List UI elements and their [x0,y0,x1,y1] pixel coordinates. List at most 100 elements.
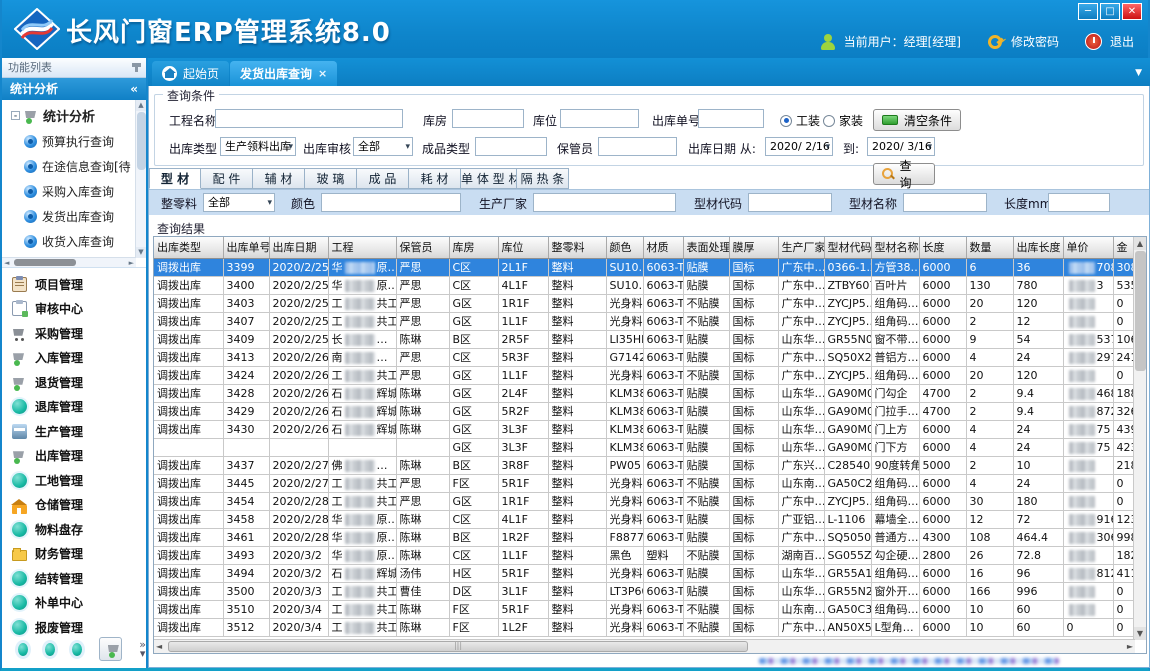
table-row[interactable]: 调拨出库34072020/2/25工共工程严思G区1L1F整料光身料6063-T… [154,312,1135,330]
tree-item[interactable]: 采购入库查询 [2,179,146,204]
scroll-up-icon[interactable]: ▲ [1134,237,1146,250]
table-row[interactable]: 调拨出库34302020/2/26石辉城陈琳G区3L3F整料KLM3817606… [154,420,1135,438]
table-row[interactable]: 调拨出库35122020/3/4工共工程陈琳F区1L2F整料光身料6063-T5… [154,618,1135,636]
sidebar-item-财务管理[interactable]: 财务管理 [2,542,146,567]
tab-overflow-icon[interactable]: ▼ [1135,68,1142,78]
sidebar-item-项目管理[interactable]: 项目管理 [2,272,146,297]
sidebar-item-采购管理[interactable]: 采购管理 [2,321,146,346]
tree-item[interactable]: 收货入库查询 [2,229,146,254]
order-no-input[interactable] [698,109,764,128]
expander-icon[interactable]: - [11,111,20,120]
date-to-dropdown[interactable]: 2020/ 3/16 [867,137,935,156]
column-header[interactable]: 库位 [498,237,548,258]
table-row[interactable]: 调拨出库34242020/2/26工共工程严思G区1L1F整料光身料6063-T… [154,366,1135,384]
material-tab-6[interactable]: 耗 材 [409,168,461,189]
column-header[interactable]: 出库单号 [223,237,269,258]
name-input[interactable] [903,193,987,212]
table-row[interactable]: 调拨出库34452020/2/27工共工程严思F区5R1F整料光身料6063-T… [154,474,1135,492]
dot-icon[interactable] [45,643,55,656]
column-header[interactable]: 生产厂家 [778,237,824,258]
clear-conditions-button[interactable]: 清空条件 [873,109,961,131]
scroll-down-icon[interactable]: ▼ [136,247,146,258]
scroll-thumb[interactable] [14,259,76,266]
sidebar-item-生产管理[interactable]: 生产管理 [2,419,146,444]
table-row[interactable]: 调拨出库34282020/2/26石辉城陈琳G区2L4F整料KLM3817606… [154,384,1135,402]
warehouse-input[interactable] [452,109,524,128]
collapse-icon[interactable]: « [130,78,138,100]
radio-gongzhuang[interactable]: 工装 [780,112,820,129]
table-row[interactable]: 调拨出库34372020/2/27佛…陈琳B区3R8F整料PW056063-T5… [154,456,1135,474]
logout-link[interactable]: 退出 [1110,33,1134,50]
sidebar-item-退库管理[interactable]: 退库管理 [2,395,146,420]
product-type-input[interactable] [475,137,547,156]
column-header[interactable]: 型材代码 [824,237,871,258]
table-row[interactable]: 调拨出库34292020/2/26石辉城陈琳G区5R2F整料KLM3817606… [154,402,1135,420]
column-header[interactable]: 出库日期 [269,237,328,258]
tree-vertical-scrollbar[interactable]: ▲ ▼ [135,100,146,258]
table-row[interactable]: 调拨出库35102020/3/4工共工程陈琳F区5R1F整料光身料6063-T5… [154,600,1135,618]
out-type-dropdown[interactable]: 生产领料出库 [220,137,296,156]
tab-home[interactable]: 起始页 [152,61,229,86]
tree-horizontal-scrollbar[interactable]: ◄ ► [2,257,136,267]
close-button[interactable]: ✕ [1122,3,1142,20]
table-row[interactable]: 调拨出库34612020/2/28华原…陈琳B区1R2F整料F8877FT606… [154,528,1135,546]
column-header[interactable]: 库房 [449,237,498,258]
maker-input[interactable] [533,193,676,212]
color-input[interactable] [321,193,461,212]
whole-dropdown[interactable]: 全部 [203,193,275,212]
scroll-down-icon[interactable]: ▼ [1134,627,1146,640]
scroll-thumb[interactable] [1135,251,1146,371]
length-input[interactable] [1048,193,1110,212]
table-row[interactable]: G区3L3F整料KLM38176063-T5贴膜国标山东华…GA90M09.门下… [154,438,1135,456]
column-header[interactable]: 工程 [328,237,396,258]
sidebar-item-物料盘存[interactable]: 物料盘存 [2,517,146,542]
tab-close-icon[interactable]: × [318,67,327,80]
maximize-button[interactable]: □ [1100,3,1120,20]
tree-item[interactable]: 预算执行查询 [2,129,146,154]
material-tab-1[interactable]: 型 材 [149,168,201,189]
column-header[interactable]: 整零料 [548,237,606,258]
column-header[interactable]: 数量 [966,237,1013,258]
code-input[interactable] [748,193,832,212]
material-tab-8[interactable]: 隔 热 条 [517,168,569,189]
column-header[interactable]: 膜厚 [729,237,778,258]
minimize-button[interactable]: ─ [1078,3,1098,20]
sidebar-item-结转管理[interactable]: 结转管理 [2,566,146,591]
sidebar-item-审核中心[interactable]: 审核中心 [2,297,146,322]
dot-icon[interactable] [18,643,28,656]
sidebar-item-仓储管理[interactable]: 仓储管理 [2,493,146,518]
tab-shipment-query[interactable]: 发货出库查询 × [230,61,337,86]
scroll-right-icon[interactable]: ► [129,258,134,268]
scroll-left-icon[interactable]: ◄ [4,258,9,268]
project-input[interactable] [215,109,403,128]
sidebar-item-补单中心[interactable]: 补单中心 [2,591,146,616]
table-row[interactable]: 调拨出库34002020/2/25华原…严思C区4L1F整料SU10…6063-… [154,276,1135,294]
column-header[interactable]: 出库类型 [154,237,223,258]
column-header[interactable]: 型材名称 [871,237,919,258]
table-vertical-scrollbar[interactable]: ▲ ▼ [1133,237,1146,640]
table-row[interactable]: 调拨出库33992020/2/25华原…严思C区2L1F整料SU10…6063-… [154,258,1135,276]
table-row[interactable]: 调拨出库35002020/3/3工共工程曹佳D区3L1F整料LT3P606063… [154,582,1135,600]
sidebar-item-出库管理[interactable]: 出库管理 [2,444,146,469]
scroll-thumb[interactable] [168,641,748,652]
table-row[interactable]: 调拨出库34542020/2/28工共工程严思G区1R1F整料光身料6063-T… [154,492,1135,510]
table-row[interactable]: 调拨出库34092020/2/25长…陈琳B区2R5F整料LI35HD6063-… [154,330,1135,348]
column-header[interactable]: 长度 [919,237,966,258]
column-header[interactable]: 材质 [643,237,683,258]
material-tab-4[interactable]: 玻 璃 [305,168,357,189]
material-tab-5[interactable]: 成 品 [357,168,409,189]
change-password-link[interactable]: 修改密码 [1011,33,1059,50]
dot-icon[interactable] [72,643,82,656]
date-from-dropdown[interactable]: 2020/ 2/16 [765,137,833,156]
table-row[interactable]: 调拨出库34942020/3/2石辉城汤伟H区5R1F整料光身料6063-T5贴… [154,564,1135,582]
overflow-chevron[interactable]: »▾ [139,640,146,658]
table-row[interactable]: 调拨出库34132020/2/26南…严思C区5R3F整料G714226063-… [154,348,1135,366]
scroll-right-icon[interactable]: ► [1127,641,1133,653]
location-input[interactable] [560,109,639,128]
keeper-input[interactable] [598,137,677,156]
column-header[interactable]: 单价 [1063,237,1113,258]
column-header[interactable]: 颜色 [606,237,643,258]
column-header[interactable]: 保管员 [396,237,449,258]
tree-root[interactable]: - 统计分析 [2,100,146,129]
table-row[interactable]: 调拨出库34582020/2/28华原…陈琳C区4L1F整料光身料6063-T5… [154,510,1135,528]
